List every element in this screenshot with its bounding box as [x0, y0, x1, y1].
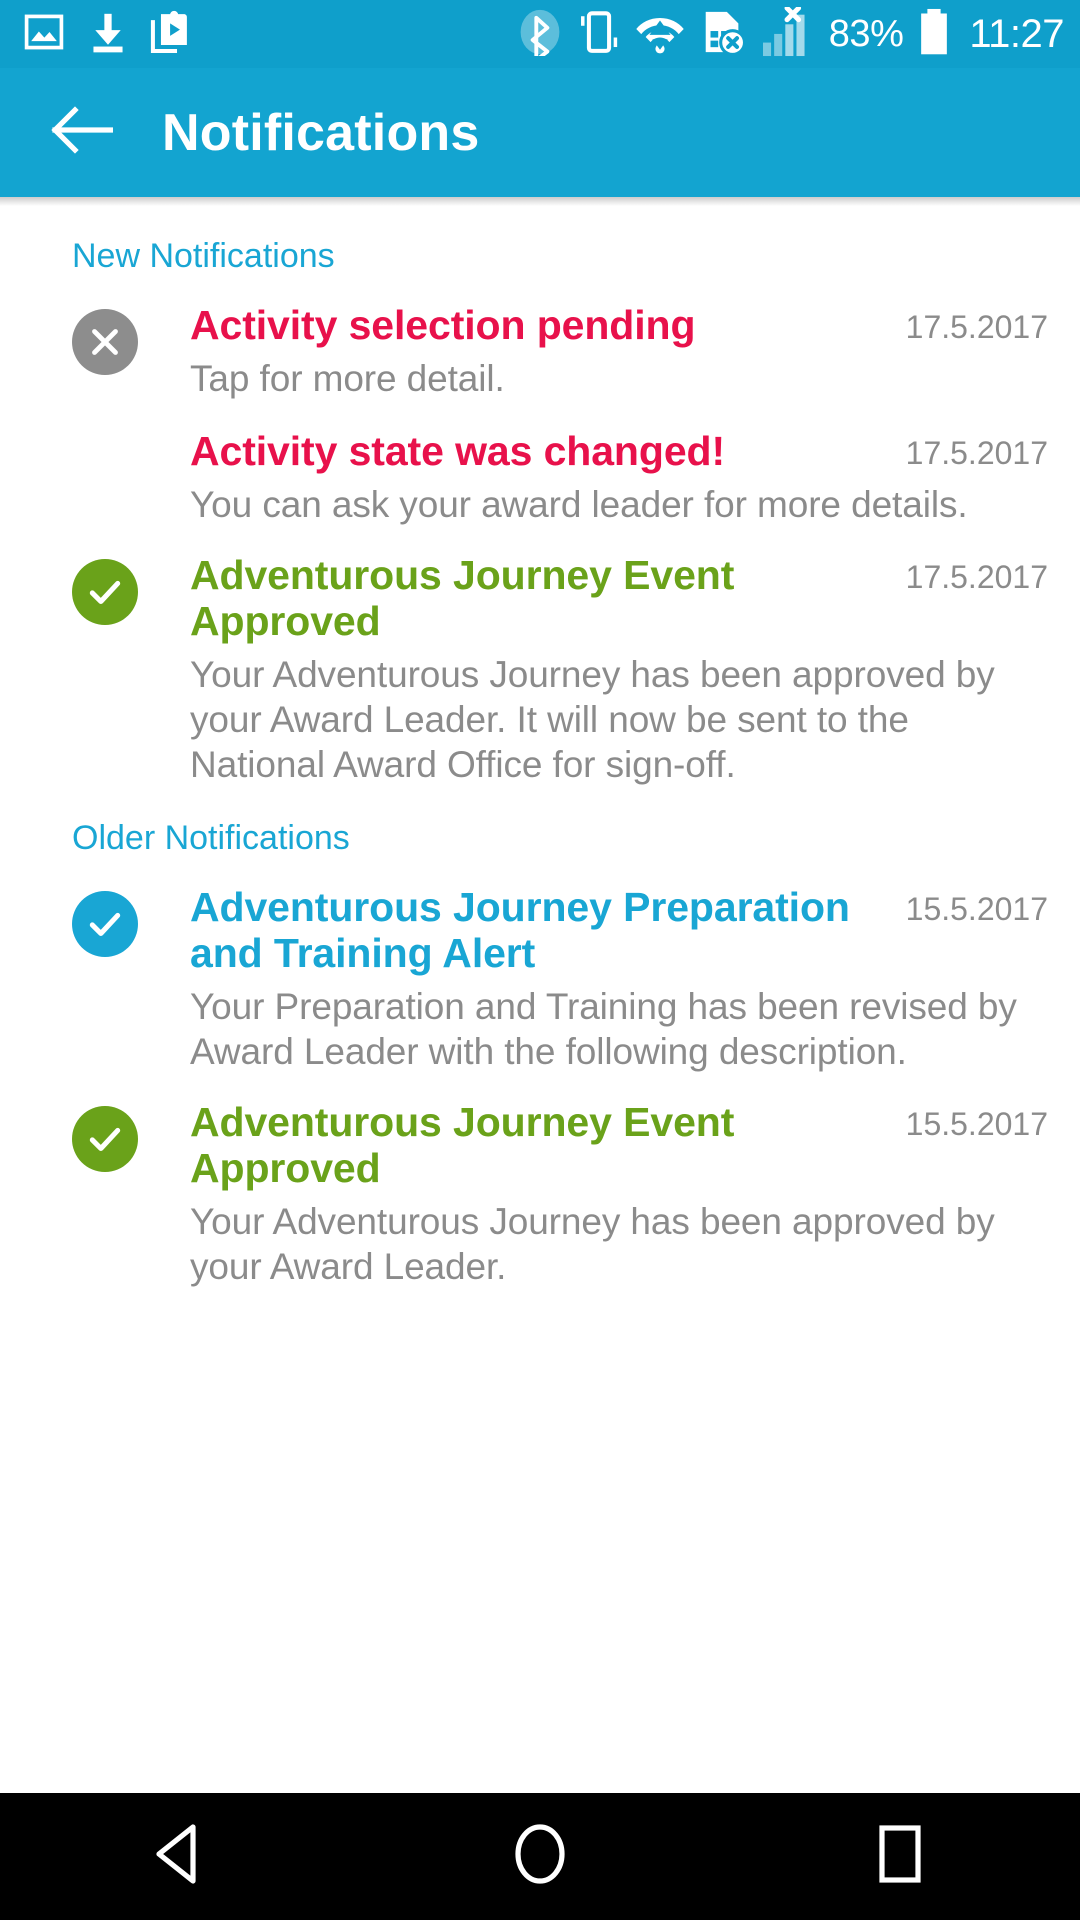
nav-back-triangle-icon — [151, 1823, 209, 1890]
notification-text: You can ask your award leader for more d… — [190, 483, 968, 525]
notification-header-row: Activity selection pending 17.5.2017 — [190, 302, 1048, 349]
section-heading-older: Older Notifications — [72, 819, 350, 858]
notification-date: 15.5.2017 — [905, 891, 1048, 928]
nav-back-button[interactable] — [80, 1793, 280, 1920]
signal-no-service-icon — [761, 5, 815, 62]
notification-text: Your Adventurous Journey has been approv… — [190, 653, 995, 786]
notification-body: Adventurous Journey Event Approved 17.5.… — [190, 552, 1052, 787]
notification-list-older: Adventurous Journey Preparation and Trai… — [0, 855, 1080, 1289]
notification-title: Activity state was changed! — [190, 428, 726, 475]
notification-text: Your Adventurous Journey has been approv… — [190, 1201, 995, 1288]
notification-header-row: Adventurous Journey Event Approved 17.5.… — [190, 552, 1048, 645]
back-button[interactable] — [44, 95, 120, 171]
status-bar-right-icons: 83% 11:27 — [517, 5, 1064, 62]
clock-label: 11:27 — [969, 12, 1064, 56]
battery-percent-label: 83% — [828, 13, 904, 55]
notification-title: Adventurous Journey Event Approved — [190, 1099, 735, 1192]
list-item[interactable]: Adventurous Journey Event Approved 17.5.… — [0, 527, 1080, 787]
list-item[interactable]: Adventurous Journey Preparation and Trai… — [0, 859, 1080, 1074]
notification-icon-slot — [72, 1100, 190, 1173]
notification-title: Adventurous Journey Preparation and Trai… — [190, 884, 850, 977]
nav-recents-button[interactable] — [800, 1793, 1000, 1920]
app-bar: Notifications — [0, 68, 1080, 206]
battery-full-icon — [917, 7, 951, 62]
status-bar-left-icons — [22, 10, 192, 59]
page-title: Notifications — [162, 103, 480, 162]
android-navigation-bar — [0, 1793, 1080, 1920]
notification-text: Your Preparation and Training has been r… — [190, 986, 1017, 1073]
notification-date: 17.5.2017 — [905, 435, 1048, 472]
notifications-scroll-area[interactable]: New Notifications Activity selection pen… — [0, 197, 1080, 1793]
notification-header-row: Adventurous Journey Event Approved 15.5.… — [190, 1099, 1048, 1192]
notification-header-row: Activity state was changed! 17.5.2017 — [190, 428, 1048, 475]
vibrate-icon — [577, 8, 621, 61]
phone-screen: 83% 11:27 Notifications New Notification… — [0, 0, 1080, 1920]
nav-home-circle-icon — [512, 1823, 568, 1890]
arrow-left-icon — [51, 105, 114, 160]
bluetooth-icon — [517, 8, 563, 62]
notification-icon-slot — [72, 429, 190, 435]
notification-title: Adventurous Journey Event Approved — [190, 552, 735, 644]
close-circle-icon — [72, 309, 138, 375]
nav-recents-square-icon — [875, 1823, 925, 1890]
notification-title: Activity selection pending — [190, 302, 696, 348]
check-circle-icon — [72, 1106, 138, 1173]
notification-body: Activity state was changed! 17.5.2017 Yo… — [190, 428, 1052, 527]
check-circle-icon — [72, 559, 138, 626]
notification-date: 17.5.2017 — [905, 309, 1048, 345]
download-icon — [88, 10, 128, 59]
notification-header-row: Adventurous Journey Preparation and Trai… — [190, 884, 1048, 977]
notification-icon-slot — [72, 303, 190, 375]
check-circle-icon — [72, 891, 138, 958]
notification-date: 15.5.2017 — [905, 1106, 1048, 1143]
status-bar: 83% 11:27 — [0, 0, 1080, 68]
image-icon — [22, 10, 66, 59]
notification-body: Adventurous Journey Preparation and Trai… — [190, 884, 1052, 1074]
notification-icon-slot — [72, 885, 190, 958]
notification-body: Activity selection pending 17.5.2017 Tap… — [190, 302, 1052, 401]
section-heading-new: New Notifications — [72, 237, 335, 275]
list-item[interactable]: Activity selection pending 17.5.2017 Tap… — [0, 277, 1080, 401]
nav-home-button[interactable] — [440, 1793, 640, 1920]
wifi-icon — [635, 10, 685, 59]
notification-icon-slot — [72, 553, 190, 626]
list-item[interactable]: Activity state was changed! 17.5.2017 Yo… — [0, 401, 1080, 527]
notification-date: 17.5.2017 — [905, 559, 1048, 596]
media-stack-icon — [150, 10, 192, 59]
notification-list-new: Activity selection pending 17.5.2017 Tap… — [0, 273, 1080, 787]
list-item[interactable]: Adventurous Journey Event Approved 15.5.… — [0, 1074, 1080, 1289]
sim-error-icon — [699, 8, 747, 61]
notification-text: Tap for more detail. — [190, 357, 505, 399]
notification-body: Adventurous Journey Event Approved 15.5.… — [190, 1099, 1052, 1289]
